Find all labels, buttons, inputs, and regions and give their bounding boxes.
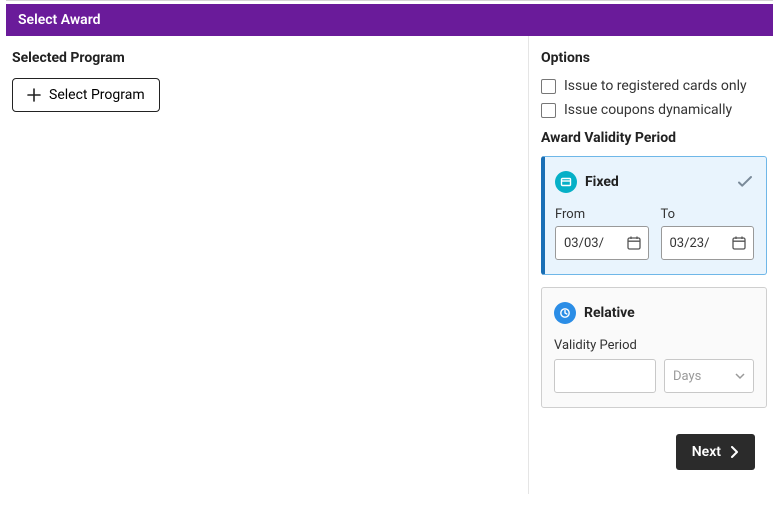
selected-program-title: Selected Program (12, 50, 516, 66)
from-date-value: 03/03/ (564, 236, 608, 251)
fixed-title: Fixed (585, 174, 619, 190)
validity-unit-select[interactable]: Days (664, 359, 754, 393)
chevron-right-icon (729, 446, 739, 458)
calendar-icon[interactable] (731, 235, 747, 251)
clock-icon (554, 302, 576, 324)
calendar-range-icon (555, 171, 577, 193)
validity-unit-value: Days (673, 369, 701, 384)
select-program-button[interactable]: Select Program (12, 78, 160, 112)
left-column: Selected Program Select Program (0, 36, 529, 494)
plus-icon (27, 88, 41, 102)
panel-header: Select Award (6, 4, 773, 36)
validity-period-input[interactable] (554, 359, 656, 393)
selected-check-icon (736, 173, 754, 191)
next-button[interactable]: Next (676, 434, 755, 470)
award-validity-title: Award Validity Period (541, 130, 767, 146)
fixed-card-header: Fixed (555, 171, 754, 193)
option-registered-label: Issue to registered cards only (564, 78, 747, 94)
checkbox-icon (541, 79, 556, 94)
select-program-label: Select Program (49, 87, 145, 103)
option-registered-cards[interactable]: Issue to registered cards only (541, 78, 767, 94)
validity-period-label: Validity Period (554, 338, 754, 353)
to-date-input[interactable]: 03/23/ (661, 226, 755, 260)
footer: Next (541, 420, 767, 476)
validity-fixed-card[interactable]: Fixed From 03/03/ (541, 156, 767, 275)
options-title: Options (541, 50, 767, 66)
panel-body: Selected Program Select Program Options … (0, 36, 779, 494)
calendar-icon[interactable] (626, 235, 642, 251)
right-column: Options Issue to registered cards only I… (529, 36, 779, 494)
next-label: Next (692, 444, 721, 460)
from-label: From (555, 207, 649, 222)
panel-title: Select Award (18, 12, 101, 28)
from-date-input[interactable]: 03/03/ (555, 226, 649, 260)
to-date-value: 03/23/ (670, 236, 714, 251)
relative-card-header: Relative (554, 302, 754, 324)
validity-relative-card[interactable]: Relative Validity Period Days (541, 287, 767, 408)
to-label: To (661, 207, 755, 222)
checkbox-icon (541, 103, 556, 118)
option-dynamic-label: Issue coupons dynamically (564, 102, 732, 118)
relative-title: Relative (584, 305, 635, 321)
chevron-down-icon (735, 371, 745, 381)
option-dynamic-coupons[interactable]: Issue coupons dynamically (541, 102, 767, 118)
